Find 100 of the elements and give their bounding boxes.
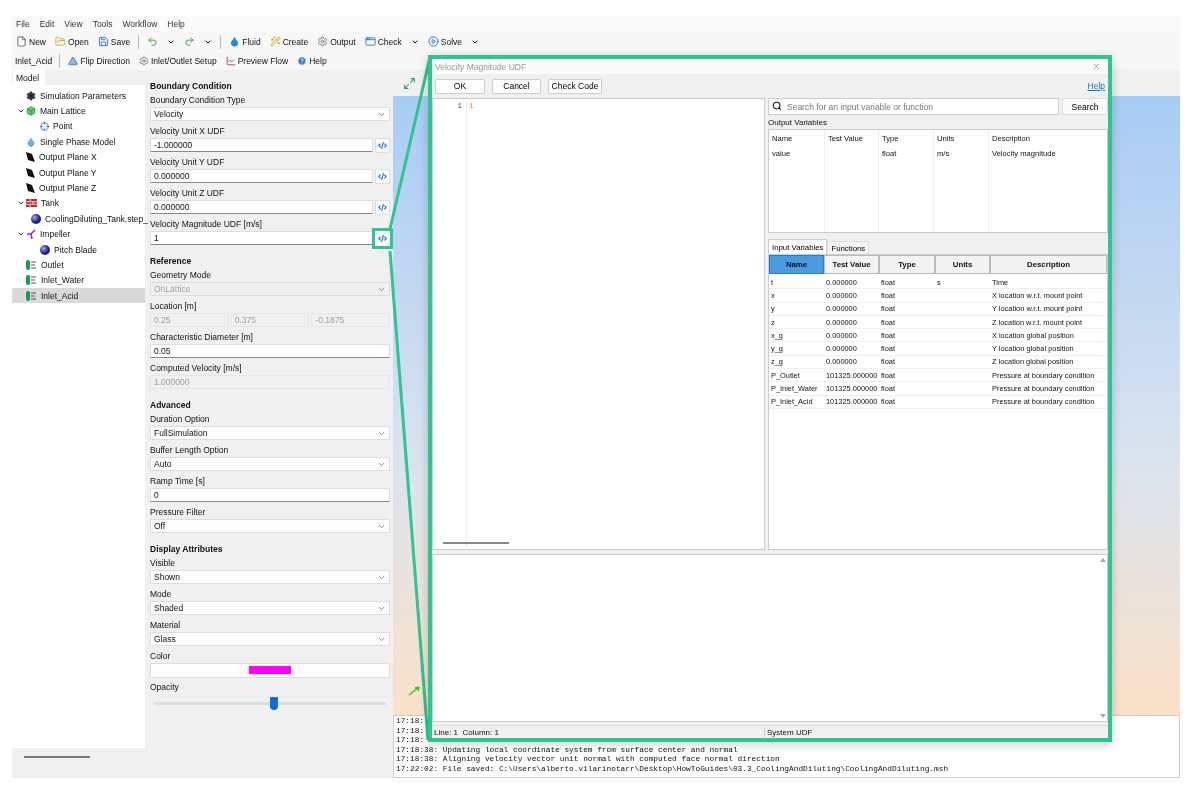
folder-icon (55, 36, 66, 47)
dialog-button[interactable]: Check Code (548, 78, 602, 94)
close-icon (1092, 62, 1101, 71)
fit-view-button[interactable] (402, 75, 417, 91)
dropdown[interactable]: Shown (150, 570, 390, 584)
menu-item[interactable]: File (16, 18, 30, 29)
undo-button[interactable] (146, 35, 160, 48)
tree-item[interactable]: Single Phase Model (12, 134, 145, 150)
gear-icon (138, 56, 149, 66)
input-field[interactable]: 0 (150, 488, 390, 502)
plane-icon (26, 167, 35, 178)
tree-item[interactable]: Tank (12, 195, 145, 212)
tree-item[interactable]: Pitch Blade (12, 241, 145, 258)
dialog-button[interactable]: Cancel (492, 78, 541, 94)
toolbar-button[interactable]: Preview Flow (224, 55, 290, 67)
toolbar-button[interactable]: Fluid (228, 35, 262, 48)
tree-item[interactable]: Simulation Parameters (12, 88, 145, 104)
field-label: Velocity Unit X UDF (150, 126, 226, 136)
toolbar-button[interactable]: New (15, 35, 47, 48)
droplet-icon (26, 136, 36, 147)
field-label: Opacity (150, 682, 180, 692)
plane-icon (26, 152, 35, 163)
sphere-icon (40, 244, 50, 255)
toolbar-button[interactable]: Open (54, 35, 90, 48)
field-label: Pressure Filter (150, 507, 207, 517)
dropdown[interactable]: Glass (150, 632, 390, 646)
udf-button[interactable] (375, 199, 390, 215)
scroll-up-icon[interactable] (1099, 558, 1106, 562)
field-label: Velocity Unit Z UDF (150, 188, 226, 198)
dropdown[interactable]: Off (150, 519, 390, 533)
code-icon (378, 233, 387, 243)
cube-icon (26, 106, 36, 117)
file-icon (16, 36, 27, 47)
tree-item[interactable]: Main Lattice (12, 103, 145, 119)
slider-thumb[interactable] (270, 697, 278, 710)
tree-item[interactable]: Outlet (12, 257, 145, 273)
field-label: Ramp Time [s] (150, 476, 206, 486)
menu-item[interactable]: Edit (39, 18, 55, 29)
search-field[interactable]: Search for an input variable or function (768, 98, 1059, 115)
toolbar-button[interactable]: Save (96, 35, 132, 48)
status-text: System UDF (766, 727, 813, 737)
tree-item[interactable]: Output Plane Z (12, 180, 145, 196)
tree-item[interactable]: Inlet_Water (12, 272, 145, 289)
help-icon (297, 56, 308, 66)
section-title: Display Attributes (150, 544, 224, 554)
section-title: Advanced (150, 400, 192, 410)
tree-item[interactable]: Impeller (12, 226, 145, 242)
toolbar-button[interactable]: Create (268, 35, 310, 48)
fan-icon (26, 229, 36, 240)
code-icon (378, 202, 387, 212)
help-link[interactable]: Help (1087, 81, 1105, 91)
tree-item[interactable]: Inlet_Acid (12, 288, 145, 304)
toolbar-button[interactable]: Check (363, 35, 403, 48)
search-button[interactable]: Search (1062, 98, 1108, 115)
menu-item[interactable]: Workflow (122, 18, 158, 29)
close-button[interactable] (1091, 61, 1102, 72)
input-field[interactable]: 0.000000 (150, 200, 373, 214)
scrollbar[interactable] (443, 542, 509, 544)
input-field[interactable]: -1.000000 (150, 138, 373, 152)
scrollbar[interactable] (24, 756, 90, 758)
dropdown[interactable]: Velocity (150, 107, 390, 121)
toolbar-button[interactable]: Inlet/Outlet Setup (137, 55, 218, 67)
save-icon (97, 36, 109, 47)
dialog-button[interactable]: OK (435, 78, 485, 94)
input-field[interactable]: 0.05 (150, 344, 390, 358)
toolbar-button[interactable]: Help (296, 55, 328, 67)
tree-item[interactable]: Output Plane Y (12, 164, 145, 181)
udf-button[interactable] (375, 168, 390, 184)
wand-icon (269, 36, 281, 47)
tree-item[interactable]: Output Plane X (12, 149, 145, 165)
field-label: Velocity Unit Y UDF (150, 157, 226, 167)
section-title: Boundary Condition (150, 81, 233, 91)
field-label: Computed Velocity [m/s] (150, 363, 243, 373)
tree-item[interactable]: Point (12, 118, 145, 135)
field-label: Characteristic Diameter [m] (150, 332, 254, 342)
menu-item[interactable]: View (64, 18, 83, 29)
menu-item[interactable]: Help (167, 18, 185, 29)
chart-icon (225, 56, 236, 66)
input-field[interactable]: 0.000000 (150, 169, 373, 183)
menu-item[interactable]: Tools (92, 18, 113, 29)
code-icon (378, 140, 387, 150)
input-field[interactable]: 1 (150, 231, 373, 245)
color-field[interactable] (150, 662, 390, 678)
dropdown[interactable]: Auto (150, 457, 390, 471)
crosshair-icon (40, 121, 49, 131)
dropdown[interactable]: FullSimulation (150, 426, 390, 440)
axis-triad-icon (407, 685, 421, 697)
toolbar-button[interactable]: Output (316, 35, 357, 48)
status-text: Line: 1 Column: 1 (432, 727, 765, 737)
panel-tab[interactable]: Model (13, 70, 45, 85)
dropdown[interactable]: Shaded (150, 601, 390, 615)
code-editor[interactable]: 1 1 (432, 98, 765, 550)
pipe-end-icon (26, 260, 37, 270)
toolbar-button[interactable]: Flip Direction (67, 55, 131, 67)
field-label: Velocity Magnitude UDF [m/s] (150, 219, 263, 229)
udf-button[interactable] (375, 137, 390, 153)
section-title: Reference (150, 256, 193, 266)
udf-button[interactable] (372, 227, 393, 249)
redo-button[interactable] (183, 35, 197, 48)
toolbar-button[interactable]: Solve (426, 35, 464, 48)
